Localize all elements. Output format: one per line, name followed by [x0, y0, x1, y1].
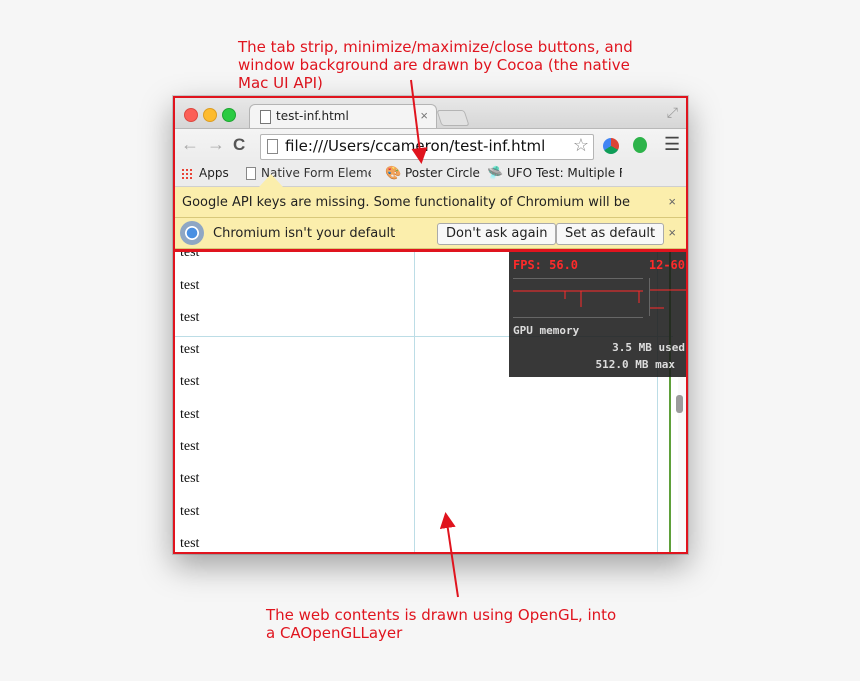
chromium-icon	[180, 221, 204, 245]
api-keys-message: Google API keys are missing. Some functi…	[182, 195, 631, 210]
ufo-icon: 🛸	[487, 165, 504, 180]
close-icon[interactable]: ×	[668, 225, 676, 240]
omnibox[interactable]: file:///Users/ccameron/test-inf.html ☆	[260, 134, 594, 160]
evernote-extension-icon[interactable]	[633, 137, 647, 153]
default-browser-infobar: Chromium isn't your default Don't ask ag…	[173, 218, 688, 249]
gpu-memory-used: 3.5 MB used	[612, 341, 685, 354]
default-browser-message: Chromium isn't your default	[213, 226, 396, 241]
url-text[interactable]: file:///Users/ccameron/test-inf.html	[285, 137, 545, 155]
extension-icon[interactable]	[603, 138, 619, 154]
content-row: test	[180, 374, 200, 389]
reload-icon[interactable]: C	[233, 135, 245, 155]
fps-readout: FPS: 56.0	[513, 258, 579, 272]
close-window-button[interactable]	[184, 108, 198, 122]
content-row: test	[180, 278, 200, 293]
annotation-top: The tab strip, minimize/maximize/close b…	[238, 38, 633, 92]
forward-arrow-icon[interactable]: →	[207, 134, 225, 155]
tab-test-inf[interactable]: test-inf.html ×	[249, 104, 437, 129]
dont-ask-again-button[interactable]: Don't ask again	[437, 223, 557, 245]
back-arrow-icon[interactable]: ←	[181, 134, 199, 155]
content-row: test	[180, 342, 200, 357]
fps-histogram	[649, 278, 686, 316]
content-row: test	[180, 310, 200, 325]
bookmark-ufo-test[interactable]: UFO Test: Multiple F	[507, 166, 622, 180]
content-row: test	[180, 536, 200, 551]
content-row: test	[180, 471, 200, 486]
poster-icon: 🎨	[385, 165, 402, 180]
fps-range: 12-60	[648, 258, 685, 272]
content-row: test	[180, 504, 200, 519]
content-row: test	[180, 407, 200, 422]
close-icon[interactable]: ×	[668, 194, 676, 209]
bookmarks-bar: Apps Native Form Element 🎨 Poster Circle…	[173, 162, 688, 187]
fps-histogram-lines	[650, 289, 686, 309]
minimize-window-button[interactable]	[203, 108, 217, 122]
fps-graph-lines	[513, 290, 643, 307]
page-icon	[260, 110, 271, 124]
bookmark-star-icon[interactable]: ☆	[573, 135, 589, 156]
toolbar: ← → C file:///Users/ccameron/test-inf.ht…	[173, 128, 688, 163]
page-icon	[246, 167, 256, 180]
bookmark-apps[interactable]: Apps	[199, 166, 229, 180]
fps-hud: FPS: 56.0 12-60 GPU memory 3.5 MB used 5…	[509, 252, 688, 377]
bookmark-poster-circle[interactable]: Poster Circle	[405, 166, 480, 180]
annotation-bottom: The web contents is drawn using OpenGL, …	[266, 606, 617, 642]
api-keys-infobar: Google API keys are missing. Some functi…	[173, 187, 688, 218]
maximize-window-button[interactable]	[222, 108, 236, 122]
gpu-memory-title: GPU memory	[513, 324, 580, 337]
fps-graph	[513, 278, 643, 318]
fullscreen-icon[interactable]: ⤢	[667, 104, 678, 121]
content-row: test	[180, 439, 200, 454]
apps-grid-icon[interactable]	[181, 168, 193, 180]
tab-title: test-inf.html	[276, 109, 349, 123]
browser-window: test-inf.html × ⤢ ← → C file:///Users/cc…	[173, 96, 688, 554]
scrollbar-thumb[interactable]	[676, 395, 683, 413]
content-row: test	[180, 249, 200, 260]
grid-line	[414, 249, 415, 554]
new-tab-button[interactable]	[436, 110, 470, 126]
tab-strip: test-inf.html × ⤢	[173, 96, 688, 129]
set-as-default-button[interactable]: Set as default	[556, 223, 665, 245]
tab-close-icon[interactable]: ×	[420, 108, 428, 123]
menu-icon[interactable]: ☰	[664, 134, 680, 155]
gpu-memory-max: 512.0 MB max	[595, 358, 675, 371]
infobar-arrow	[259, 174, 283, 187]
page-icon	[267, 139, 278, 154]
